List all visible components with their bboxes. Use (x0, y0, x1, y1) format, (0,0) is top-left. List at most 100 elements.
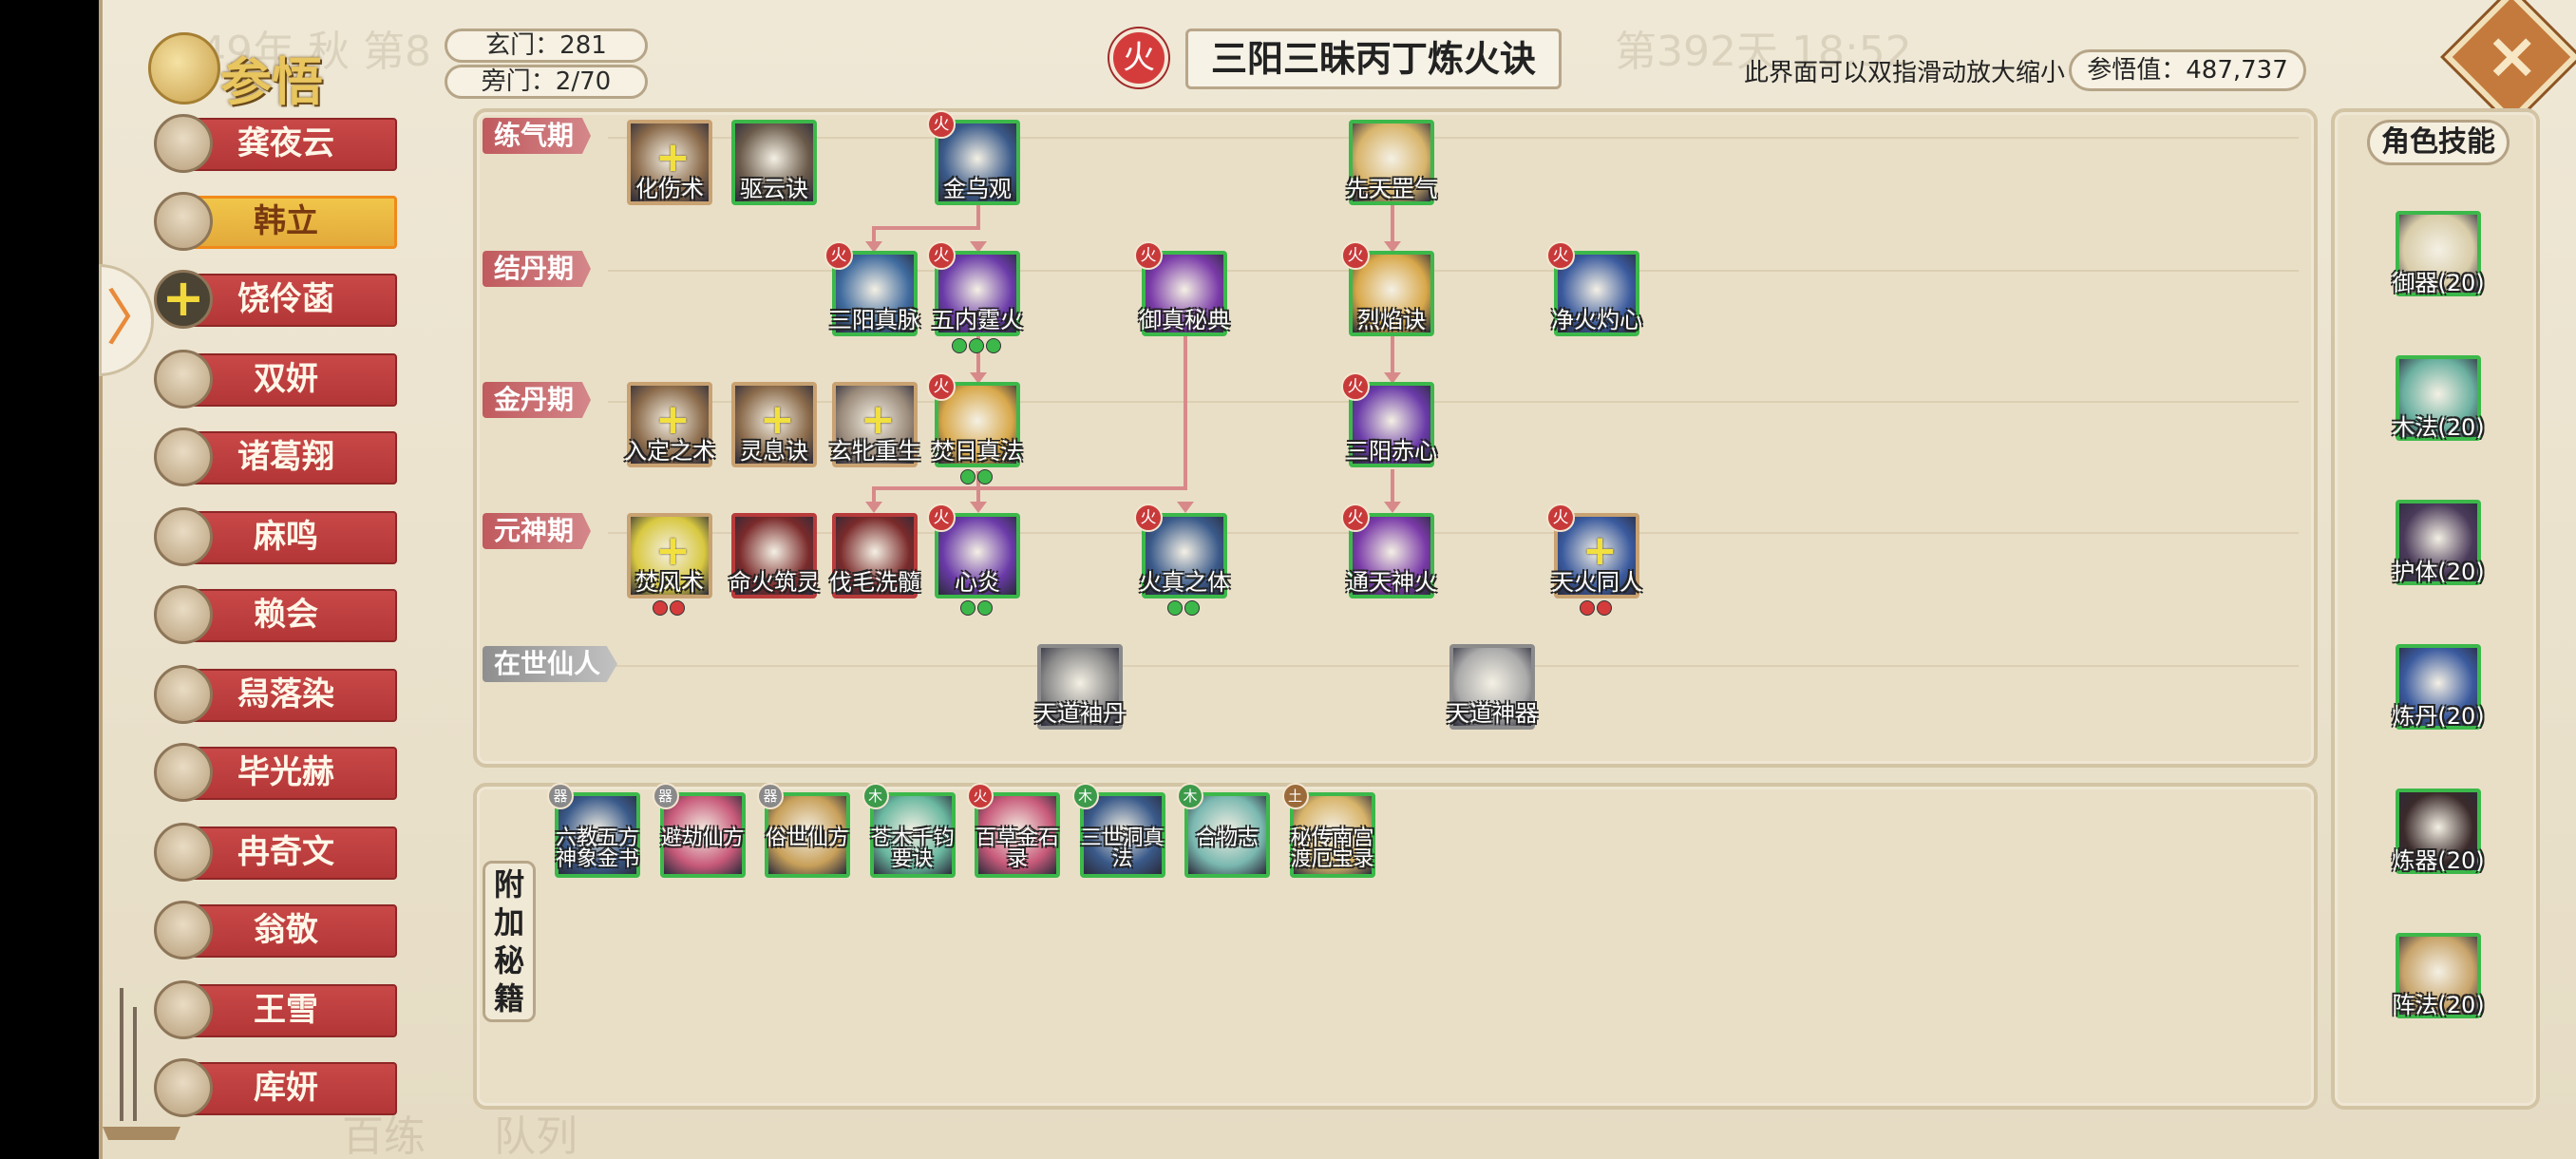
skill-node[interactable]: 伐毛洗髓 (829, 513, 920, 598)
skill-node[interactable]: + 灵息诀 (731, 382, 817, 467)
manual-item[interactable]: 木三世洞真法 (1071, 783, 1165, 878)
level-dot (952, 338, 967, 353)
skill-node[interactable]: 火御真秘典 (1134, 241, 1230, 336)
skill-label: 入定之术 (624, 438, 715, 465)
manual-label: 避劫仙方 (660, 826, 745, 850)
character-name: 毕光赫 (237, 753, 334, 791)
skill-label: 灵息诀 (740, 438, 808, 465)
character-item[interactable]: 麻鸣 (154, 507, 397, 566)
level-dot (960, 469, 975, 484)
character-item[interactable]: 翁敬 (154, 901, 397, 960)
character-item[interactable]: 韩立 (154, 192, 397, 251)
manual-item[interactable]: 木苍木千钧要诀 (862, 783, 956, 878)
fire-element-icon: 火 (1134, 241, 1163, 270)
manual-item[interactable]: 器避劫仙方 (652, 783, 746, 878)
character-skill-label: 御器(20) (2392, 270, 2485, 296)
plus-icon: + (655, 395, 691, 444)
skill-node[interactable]: 火金乌观 (927, 110, 1020, 205)
level-dot (969, 338, 984, 353)
character-name: 翁敬 (254, 911, 318, 949)
character-name: 王雪 (254, 991, 318, 1029)
skill-node[interactable]: 天道袖丹 (1034, 644, 1126, 730)
plus-icon: + (1582, 526, 1618, 575)
enlightenment-logo-icon (148, 32, 220, 104)
skill-node[interactable]: 火五内霆火 (927, 241, 1023, 353)
skill-node[interactable]: 火净火灼心 (1546, 241, 1642, 336)
skill-node[interactable]: 先天罡气 (1346, 120, 1437, 205)
skill-node[interactable]: 火烈焰诀 (1341, 241, 1434, 336)
skill-label: 三阳赤心 (1346, 438, 1437, 465)
character-skill-label: 炼丹(20) (2392, 703, 2485, 730)
character-skill[interactable]: 护体(20) (2392, 500, 2485, 585)
character-skill[interactable]: 木法(20) (2392, 355, 2485, 441)
skill-node[interactable]: + 化伤术 (627, 120, 712, 205)
extra-tag-char: 秘 (493, 942, 524, 978)
element-badge-icon: 木 (862, 783, 889, 809)
character-item[interactable]: 舄落染 (154, 665, 397, 724)
character-skill[interactable]: 炼器(20) (2392, 788, 2485, 874)
skill-node[interactable]: 火焚日真法 (927, 372, 1023, 484)
manual-item[interactable]: 器俗世仙方 (757, 783, 850, 878)
skill-label: 天道神器 (1447, 700, 1538, 727)
character-item[interactable]: 王雪 (154, 980, 397, 1039)
fire-element-icon: 火 (1341, 504, 1370, 532)
skill-node[interactable]: 火心炎 (927, 504, 1020, 616)
skill-label: 玄牝重生 (829, 438, 920, 465)
skill-node[interactable]: 火三阳赤心 (1341, 372, 1437, 467)
page-title: 参悟 (220, 52, 323, 112)
element-badge-icon: 器 (757, 783, 784, 809)
skill-label: 化伤术 (635, 176, 704, 202)
manual-label: 六教五方神象金书 (555, 826, 639, 871)
plus-icon: + (861, 395, 896, 444)
extra-manuals-panel (473, 783, 2318, 1110)
skill-label: 金乌观 (943, 176, 1012, 202)
skill-label: 先天罡气 (1346, 176, 1437, 202)
character-item[interactable]: 龚夜云 (154, 114, 397, 173)
character-skill[interactable]: 御器(20) (2392, 211, 2485, 296)
character-skill[interactable]: 阵法(20) (2392, 933, 2485, 1018)
skill-label: 伐毛洗髓 (829, 569, 920, 596)
character-item[interactable]: 双妍 (154, 350, 397, 408)
skill-node[interactable]: 命火筑灵 (729, 513, 820, 598)
manual-item[interactable]: 火百草金石录 (967, 783, 1060, 878)
skill-node[interactable]: 火火真之体 (1134, 504, 1230, 616)
skill-level-dots (1167, 600, 1202, 618)
level-dot (1580, 600, 1595, 616)
fire-element-icon: 火 (1341, 241, 1370, 270)
character-name: 龚夜云 (237, 124, 334, 162)
skill-node[interactable]: 火三阳真脉 (824, 241, 920, 336)
character-name: 赖会 (254, 596, 318, 634)
manual-item[interactable]: 器六教五方神象金书 (547, 783, 640, 878)
level-dot (653, 600, 668, 616)
plus-icon: + (655, 133, 691, 181)
character-skill[interactable]: 炼丹(20) (2392, 644, 2485, 730)
skill-node[interactable]: + 入定之术 (624, 382, 715, 467)
skill-node[interactable]: + 焚风术 (627, 513, 712, 616)
stage-label: 元神期 (483, 513, 592, 549)
character-item[interactable]: 毕光赫 (154, 743, 397, 802)
character-item[interactable]: 赖会 (154, 585, 397, 644)
character-name: 冉奇文 (237, 833, 334, 871)
character-item[interactable]: 诸葛翔 (154, 428, 397, 486)
manual-label: 秘传南宫渡厄宝录 (1290, 826, 1374, 871)
skill-label: 天火同人 (1551, 569, 1642, 596)
skill-node[interactable]: + 火天火同人 (1546, 504, 1642, 616)
character-name: 舄落染 (237, 675, 334, 713)
character-item[interactable]: 饶伶菡 (154, 270, 397, 329)
skill-node[interactable]: 天道神器 (1447, 644, 1538, 730)
stage-divider (608, 137, 2299, 141)
skill-level-dots (1580, 600, 1614, 618)
close-icon: × (2485, 18, 2540, 94)
extra-manuals-tag: 附加秘籍 (483, 861, 536, 1022)
character-item[interactable]: 库妍 (154, 1058, 397, 1117)
skill-node[interactable]: + 玄牝重生 (829, 382, 920, 467)
skill-node[interactable]: 火通天神火 (1341, 504, 1437, 598)
fire-element-badge: 火 (1109, 28, 1168, 87)
skill-node[interactable]: 驱云诀 (731, 120, 817, 205)
element-badge-icon: 土 (1281, 783, 1309, 809)
manual-item[interactable]: 土秘传南宫渡厄宝录 (1281, 783, 1375, 878)
fire-element-icon: 火 (824, 241, 853, 270)
character-item[interactable]: 冉奇文 (154, 823, 397, 882)
manual-item[interactable]: 木合物志 (1177, 783, 1270, 878)
enlightenment-value: 参悟值：487,737 (2069, 49, 2306, 91)
